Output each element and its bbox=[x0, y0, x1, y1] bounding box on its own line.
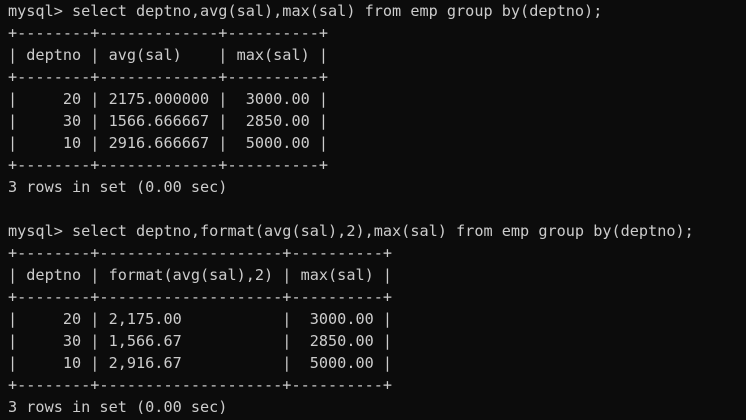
query1-table-border-bottom: +--------+-------------+----------+ bbox=[8, 156, 329, 174]
query1-table-border-top: +--------+-------------+----------+ bbox=[8, 24, 329, 42]
query2-table-border-bottom: +--------+--------------------+---------… bbox=[8, 376, 393, 394]
query1-table-row: | 30 | 1566.666667 | 2850.00 | bbox=[8, 112, 329, 130]
query2-table-border-top: +--------+--------------------+---------… bbox=[8, 244, 393, 262]
query1-status: 3 rows in set (0.00 sec) bbox=[8, 178, 228, 196]
query2-status: 3 rows in set (0.00 sec) bbox=[8, 398, 228, 416]
query1-table-row: | 20 | 2175.000000 | 3000.00 | bbox=[8, 90, 329, 108]
query2-table-header: | deptno | format(avg(sal),2) | max(sal)… bbox=[8, 266, 393, 284]
query1-command: mysql> select deptno,avg(sal),max(sal) f… bbox=[8, 2, 603, 20]
query2-table-row: | 10 | 2,916.67 | 5000.00 | bbox=[8, 354, 393, 372]
query2-table-row: | 20 | 2,175.00 | 3000.00 | bbox=[8, 310, 393, 328]
terminal-window[interactable]: mysql> select deptno,avg(sal),max(sal) f… bbox=[0, 0, 746, 420]
query1-table-header: | deptno | avg(sal) | max(sal) | bbox=[8, 46, 329, 64]
query1-table-border-mid: +--------+-------------+----------+ bbox=[8, 68, 329, 86]
query1-table-row: | 10 | 2916.666667 | 5000.00 | bbox=[8, 134, 329, 152]
query2-command: mysql> select deptno,format(avg(sal),2),… bbox=[8, 222, 694, 240]
query2-table-border-mid: +--------+--------------------+---------… bbox=[8, 288, 393, 306]
query2-table-row: | 30 | 1,566.67 | 2850.00 | bbox=[8, 332, 393, 350]
